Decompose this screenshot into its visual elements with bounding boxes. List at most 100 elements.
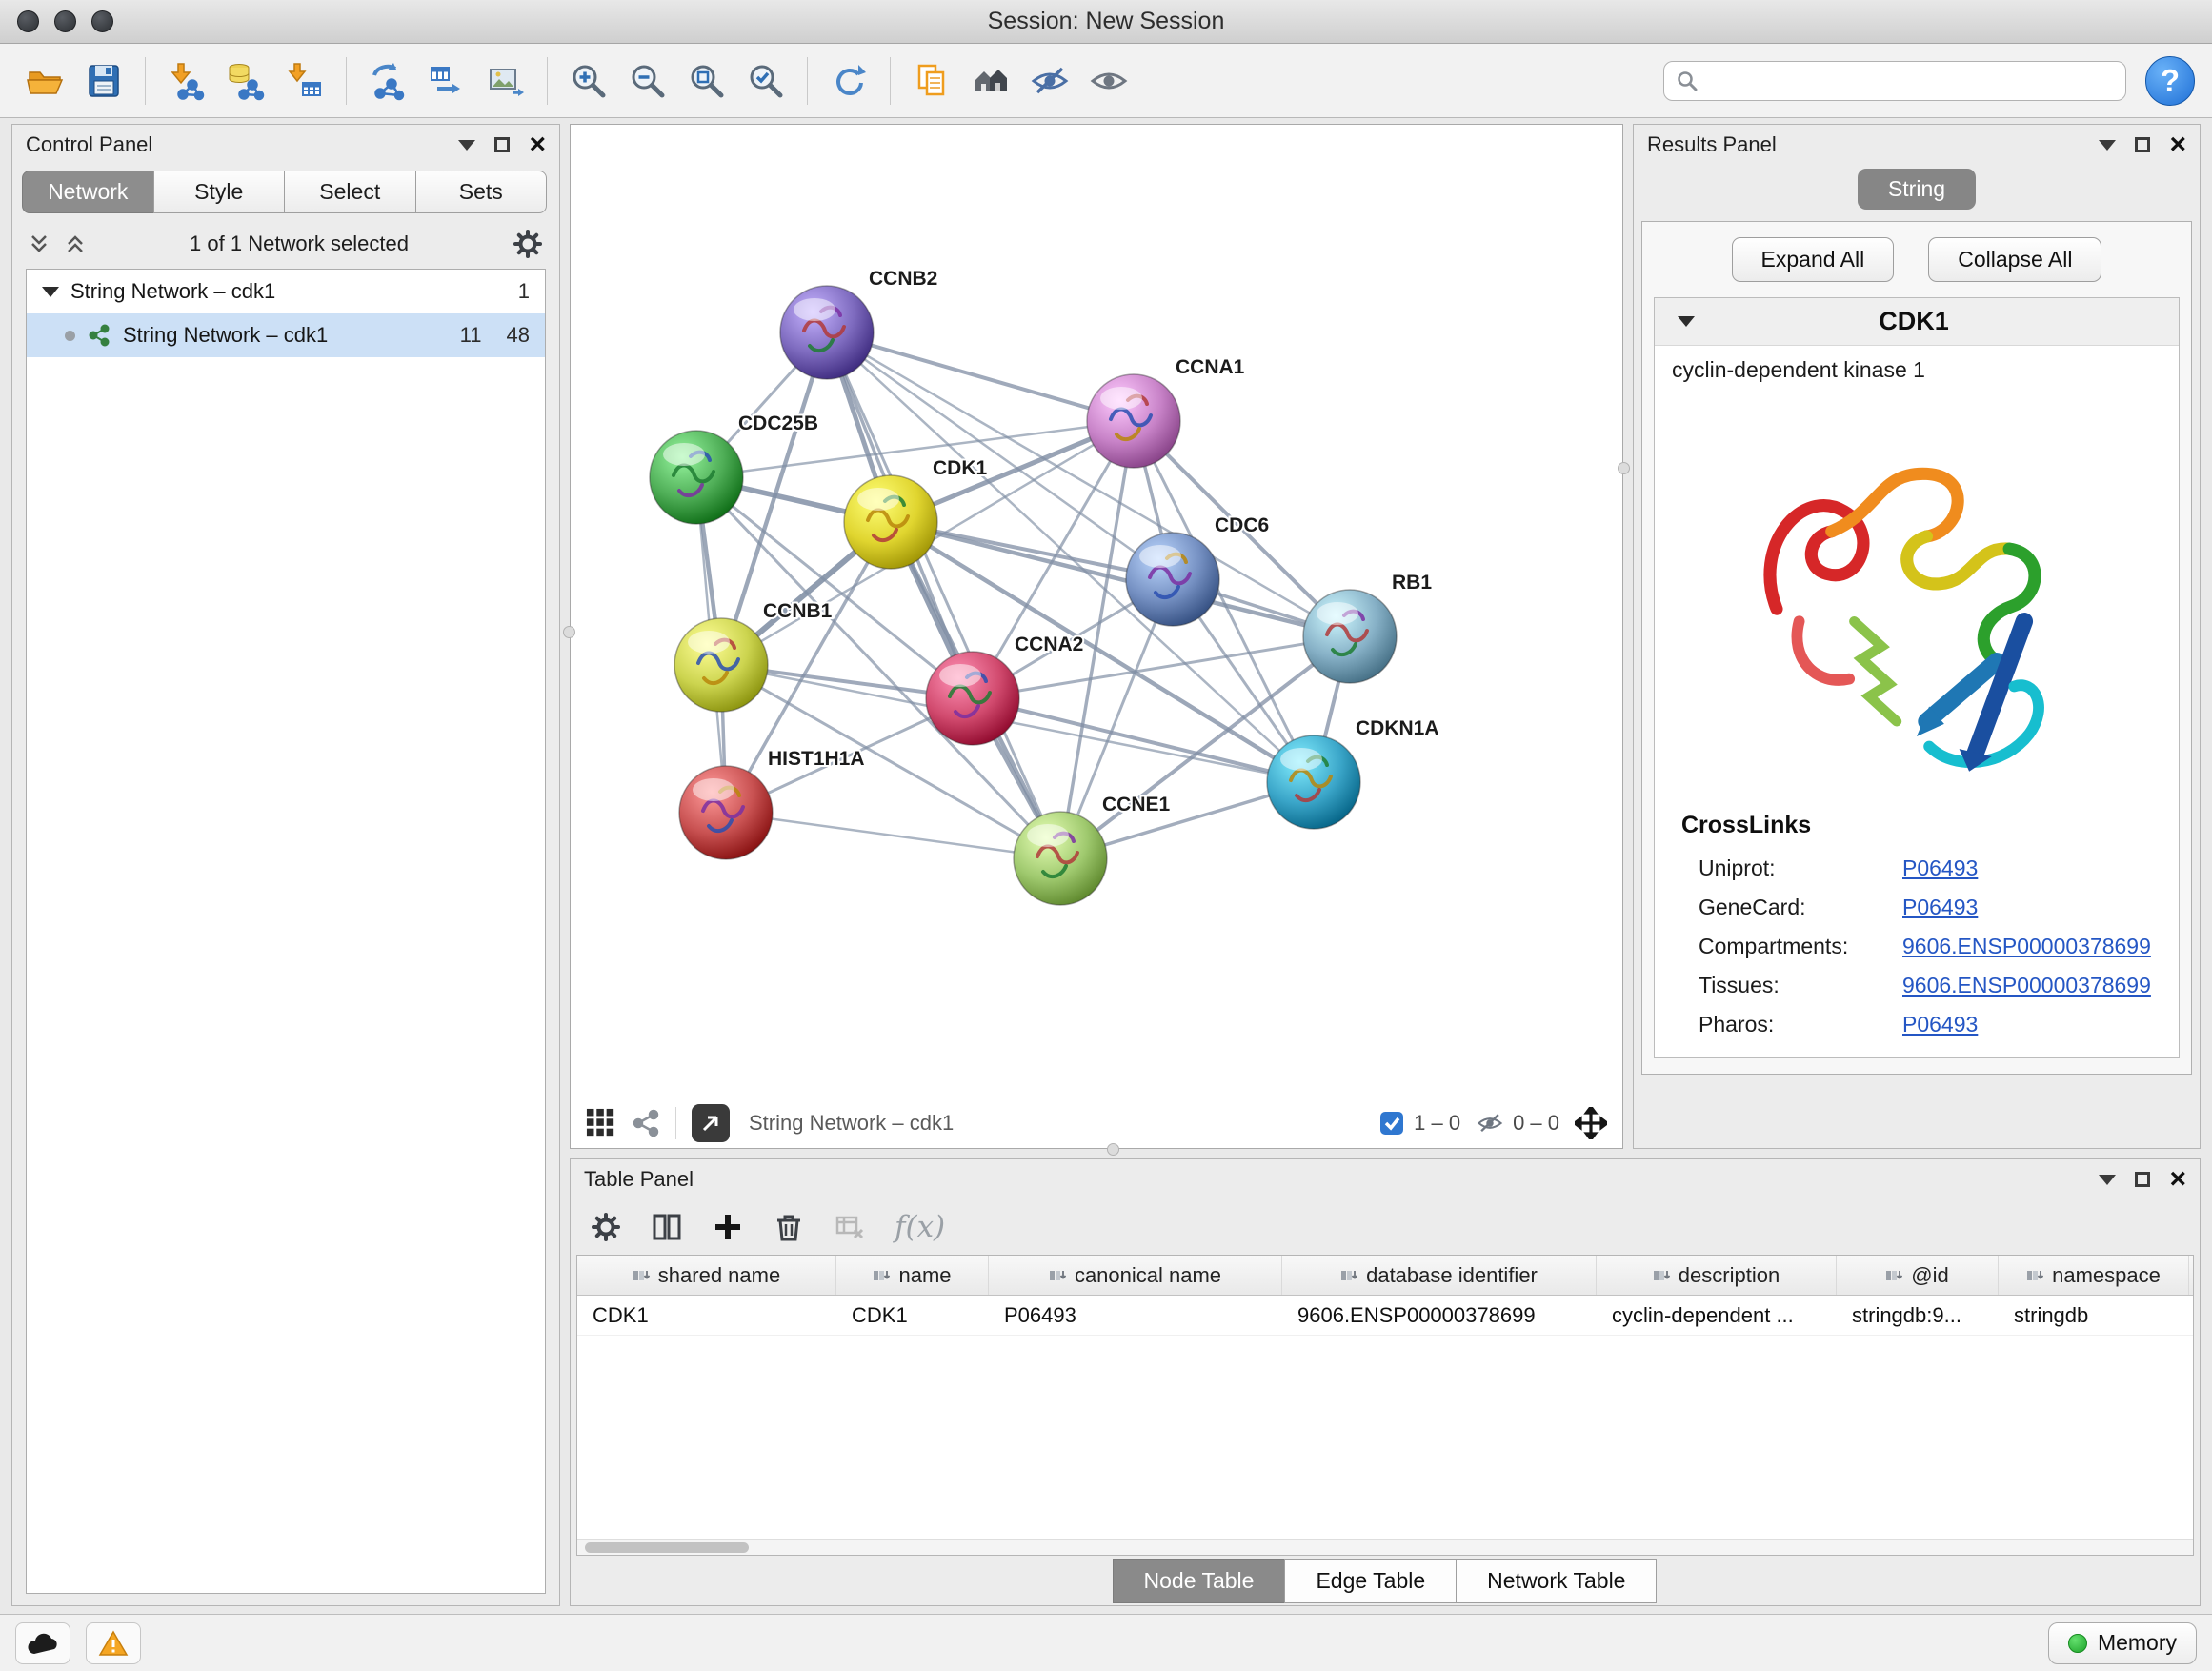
tab-select[interactable]: Select bbox=[284, 171, 416, 213]
duplicate-page-button[interactable] bbox=[904, 53, 959, 109]
hide-selection-button[interactable] bbox=[1022, 53, 1077, 109]
edge-HIST1H1A-CCNE1[interactable] bbox=[726, 813, 1060, 858]
tab-node-table[interactable]: Node Table bbox=[1113, 1559, 1286, 1603]
window-close-icon[interactable] bbox=[17, 10, 39, 32]
import-table-button[interactable] bbox=[277, 53, 332, 109]
apply-layout-button[interactable] bbox=[821, 53, 876, 109]
expand-all-button[interactable]: Expand All bbox=[1732, 237, 1895, 282]
tab-sets[interactable]: Sets bbox=[415, 171, 548, 213]
import-network-file-button[interactable] bbox=[159, 53, 214, 109]
share-network-icon[interactable] bbox=[632, 1109, 660, 1137]
crosslink-link[interactable]: P06493 bbox=[1902, 856, 1978, 881]
gene-card: CDK1 cyclin-dependent kinase 1 bbox=[1654, 297, 2180, 1058]
export-network-button[interactable] bbox=[360, 53, 415, 109]
table-cell[interactable]: cyclin-dependent ... bbox=[1597, 1296, 1837, 1335]
edge-CCNB2-CCNA1[interactable] bbox=[827, 332, 1134, 421]
close-panel-icon[interactable]: × bbox=[529, 131, 546, 159]
zoom-selected-button[interactable] bbox=[738, 53, 794, 109]
zoom-fit-button[interactable] bbox=[679, 53, 734, 109]
column-header-database-identifier[interactable]: database identifier bbox=[1282, 1256, 1597, 1295]
table-cell[interactable]: P06493 bbox=[989, 1296, 1282, 1335]
selected-checkbox-icon[interactable] bbox=[1378, 1110, 1405, 1137]
help-button[interactable]: ? bbox=[2145, 56, 2195, 106]
tab-string[interactable]: String bbox=[1858, 169, 1976, 210]
search-box[interactable] bbox=[1663, 61, 2126, 101]
node-label-CCNE1: CCNE1 bbox=[1102, 794, 1171, 815]
crosslink-link[interactable]: P06493 bbox=[1902, 1012, 1978, 1037]
crosslink-link[interactable]: P06493 bbox=[1902, 895, 1978, 920]
add-column-icon[interactable] bbox=[712, 1211, 744, 1243]
edge-CDK1-RB1[interactable] bbox=[891, 522, 1350, 636]
float-panel-icon[interactable] bbox=[494, 137, 510, 152]
float-panel-icon[interactable] bbox=[2135, 137, 2150, 152]
gene-collapse-icon[interactable] bbox=[1678, 316, 1695, 327]
open-session-button[interactable] bbox=[17, 53, 72, 109]
tab-edge-table[interactable]: Edge Table bbox=[1284, 1559, 1457, 1603]
zoom-out-button[interactable] bbox=[620, 53, 675, 109]
collection-label: String Network – cdk1 bbox=[70, 279, 275, 304]
detach-view-button[interactable] bbox=[692, 1104, 730, 1142]
edge-CCNB2-CCNE1[interactable] bbox=[827, 332, 1060, 858]
panel-menu-icon[interactable] bbox=[458, 140, 475, 151]
export-table-button[interactable] bbox=[419, 53, 474, 109]
scrollbar-thumb[interactable] bbox=[585, 1542, 749, 1553]
node-gloss-highlight bbox=[1280, 748, 1322, 771]
clear-table-icon[interactable] bbox=[834, 1211, 866, 1243]
tab-style[interactable]: Style bbox=[153, 171, 286, 213]
collapse-all-icon[interactable] bbox=[28, 232, 50, 255]
column-header-description[interactable]: description bbox=[1597, 1256, 1837, 1295]
cloud-button[interactable] bbox=[15, 1622, 70, 1664]
collapse-all-button[interactable]: Collapse All bbox=[1928, 237, 2101, 282]
close-panel-icon[interactable]: × bbox=[2169, 131, 2186, 159]
panel-menu-icon[interactable] bbox=[2099, 140, 2116, 151]
table-row[interactable]: CDK1CDK1P064939606.ENSP00000378699cyclin… bbox=[577, 1296, 2193, 1336]
splitter-handle[interactable] bbox=[1618, 462, 1630, 474]
gene-card-header[interactable]: CDK1 bbox=[1655, 298, 2179, 346]
function-builder-icon[interactable]: f(x) bbox=[895, 1210, 945, 1244]
window-minimize-icon[interactable] bbox=[54, 10, 76, 32]
export-image-button[interactable] bbox=[478, 53, 533, 109]
birdseye-grid-icon[interactable] bbox=[586, 1108, 616, 1138]
table-horizontal-scrollbar[interactable] bbox=[577, 1539, 2193, 1555]
homes-button[interactable] bbox=[963, 53, 1018, 109]
show-selection-button[interactable] bbox=[1081, 53, 1136, 109]
window-zoom-icon[interactable] bbox=[91, 10, 113, 32]
zoom-in-button[interactable] bbox=[561, 53, 616, 109]
warnings-button[interactable] bbox=[86, 1622, 141, 1664]
table-settings-gear-icon[interactable] bbox=[590, 1211, 622, 1243]
table-cell[interactable]: stringdb bbox=[1999, 1296, 2189, 1335]
table-cell[interactable]: CDK1 bbox=[836, 1296, 989, 1335]
column-header--id[interactable]: @id bbox=[1837, 1256, 1999, 1295]
table-cell[interactable]: stringdb:9... bbox=[1837, 1296, 1999, 1335]
collection-expand-icon[interactable] bbox=[42, 287, 59, 297]
panel-menu-icon[interactable] bbox=[2099, 1175, 2116, 1185]
splitter-handle[interactable] bbox=[1107, 1143, 1119, 1156]
tab-network[interactable]: Network bbox=[22, 171, 154, 213]
expand-all-icon[interactable] bbox=[64, 232, 87, 255]
table-cell[interactable]: CDK1 bbox=[577, 1296, 836, 1335]
search-input[interactable] bbox=[1706, 69, 2114, 93]
network-collection-row[interactable]: String Network – cdk1 1 bbox=[27, 270, 545, 313]
crosslink-label: GeneCard: bbox=[1699, 895, 1902, 920]
hidden-eye-slash-icon[interactable] bbox=[1476, 1109, 1504, 1137]
table-toolbar: f(x) bbox=[571, 1199, 2200, 1255]
delete-column-icon[interactable] bbox=[773, 1211, 805, 1243]
tab-network-table[interactable]: Network Table bbox=[1456, 1559, 1657, 1603]
import-network-database-button[interactable] bbox=[218, 53, 273, 109]
move-crosshair-icon[interactable] bbox=[1575, 1107, 1607, 1139]
column-header-name[interactable]: name bbox=[836, 1256, 989, 1295]
column-header-shared-name[interactable]: shared name bbox=[577, 1256, 836, 1295]
column-layout-icon[interactable] bbox=[651, 1211, 683, 1243]
crosslink-link[interactable]: 9606.ENSP00000378699 bbox=[1902, 934, 2151, 959]
table-cell[interactable]: 9606.ENSP00000378699 bbox=[1282, 1296, 1597, 1335]
network-canvas[interactable]: CCNB2CCNA1CDC25BCDK1CDC6RB1CCNB1CCNA2CDK… bbox=[571, 125, 1622, 1097]
network-options-gear-icon[interactable] bbox=[512, 228, 544, 260]
column-header-namespace[interactable]: namespace bbox=[1999, 1256, 2189, 1295]
column-header-canonical-name[interactable]: canonical name bbox=[989, 1256, 1282, 1295]
crosslink-link[interactable]: 9606.ENSP00000378699 bbox=[1902, 973, 2151, 998]
save-session-button[interactable] bbox=[76, 53, 131, 109]
memory-button[interactable]: Memory bbox=[2048, 1622, 2197, 1664]
network-row-selected[interactable]: String Network – cdk1 11 48 bbox=[27, 313, 545, 357]
close-panel-icon[interactable]: × bbox=[2169, 1165, 2186, 1194]
float-panel-icon[interactable] bbox=[2135, 1172, 2150, 1187]
